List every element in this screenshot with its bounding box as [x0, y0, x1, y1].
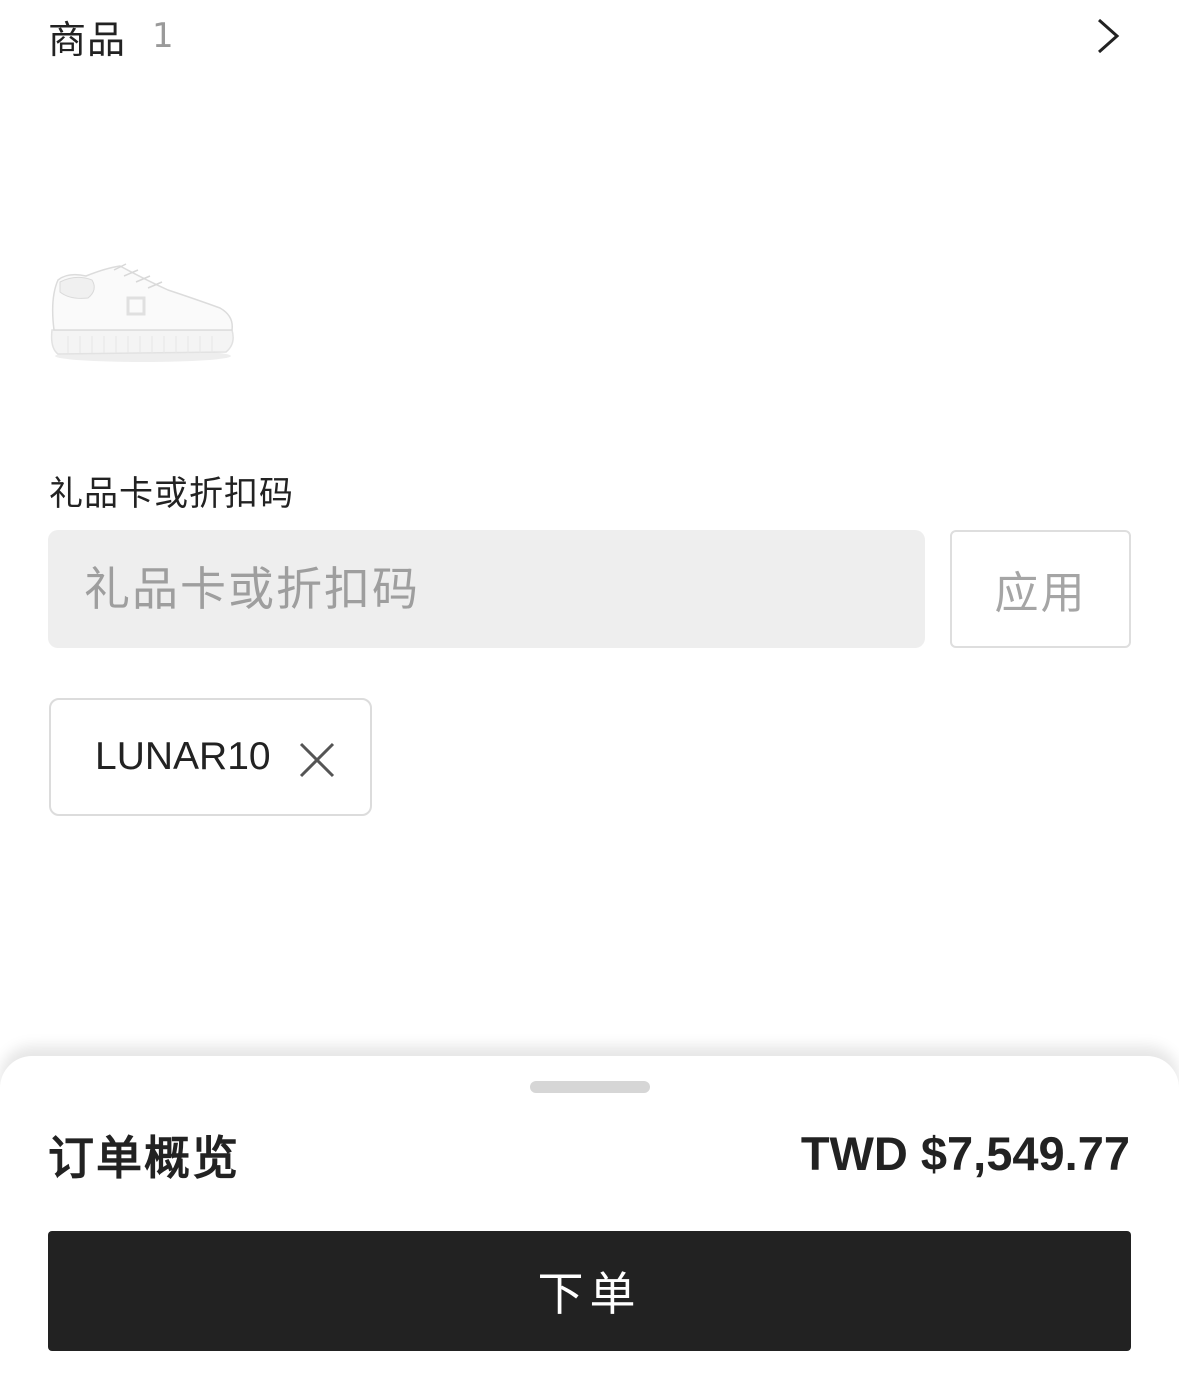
- apply-button[interactable]: 应用: [950, 530, 1131, 648]
- order-summary-sheet: 订单概览 TWD $7,549.77 下单: [0, 1056, 1179, 1377]
- place-order-button[interactable]: 下单: [48, 1231, 1131, 1351]
- order-summary-title: 订单概览: [48, 1131, 240, 1185]
- applied-code-text: LUNAR10: [95, 735, 271, 778]
- chevron-right-icon[interactable]: [1093, 16, 1123, 56]
- promo-code-input[interactable]: [48, 530, 925, 648]
- order-total: TWD $7,549.77: [800, 1127, 1130, 1180]
- product-image[interactable]: [48, 258, 238, 368]
- items-title: 商品: [48, 17, 127, 62]
- applied-code-chip: LUNAR10: [49, 698, 372, 816]
- sheet-drag-handle[interactable]: [530, 1081, 650, 1093]
- close-icon[interactable]: [297, 740, 337, 780]
- items-count: 1: [152, 16, 174, 56]
- checkout-page: 商品 1 礼品卡或折扣码 应用: [0, 0, 1179, 1377]
- items-header[interactable]: 商品 1: [48, 10, 1131, 62]
- promo-label: 礼品卡或折扣码: [49, 474, 294, 514]
